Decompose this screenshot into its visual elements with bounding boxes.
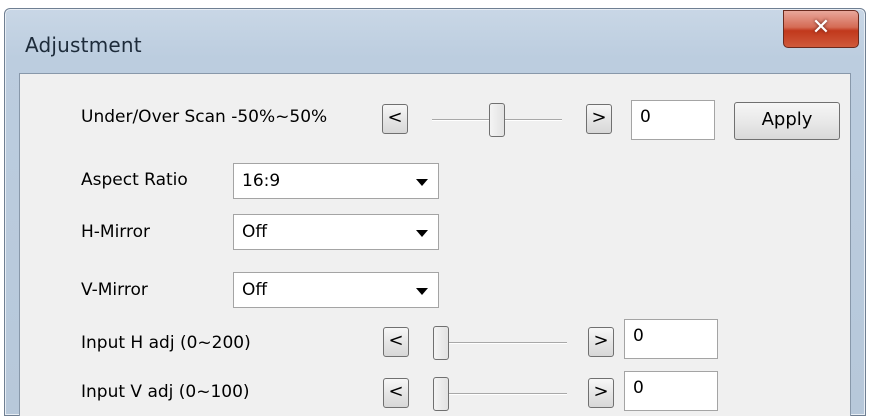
input-h-label: Input H adj (0~200) [81, 333, 251, 353]
aspect-ratio-select[interactable]: 16:9 [233, 163, 439, 199]
scan-increase-button[interactable]: > [586, 104, 612, 134]
input-v-slider-track[interactable] [433, 393, 567, 395]
v-mirror-select[interactable]: Off [233, 272, 439, 308]
aspect-ratio-label: Aspect Ratio [81, 170, 188, 190]
h-mirror-value: Off [242, 222, 268, 242]
input-h-increase-button[interactable]: > [588, 327, 614, 357]
input-v-slider-thumb[interactable] [433, 377, 449, 411]
scan-decrease-button[interactable]: < [382, 104, 408, 134]
v-mirror-value: Off [242, 280, 268, 300]
title-bar[interactable]: Adjustment ✕ [5, 9, 865, 73]
input-v-label: Input V adj (0~100) [81, 382, 250, 402]
adjustment-dialog: Adjustment ✕ Under/Over Scan -50%~50% < … [4, 8, 866, 416]
dialog-body: Under/Over Scan -50%~50% < > 0 Apply Asp… [19, 73, 851, 416]
chevron-down-icon [416, 230, 428, 237]
close-icon: ✕ [811, 15, 831, 40]
input-h-slider-track[interactable] [433, 342, 567, 344]
chevron-down-icon [416, 179, 428, 186]
scan-slider-thumb[interactable] [489, 103, 505, 137]
input-h-value-input[interactable]: 0 [624, 319, 718, 359]
input-v-increase-button[interactable]: > [588, 378, 614, 408]
input-v-value-input[interactable]: 0 [624, 371, 718, 411]
close-button[interactable]: ✕ [783, 10, 859, 48]
chevron-down-icon [416, 288, 428, 295]
window-title: Adjustment [25, 33, 142, 57]
h-mirror-label: H-Mirror [81, 222, 151, 242]
apply-button[interactable]: Apply [734, 102, 840, 140]
scan-value-input[interactable]: 0 [631, 100, 715, 140]
h-mirror-select[interactable]: Off [233, 214, 439, 250]
v-mirror-label: V-Mirror [81, 280, 148, 300]
input-h-decrease-button[interactable]: < [383, 327, 409, 357]
scan-label: Under/Over Scan -50%~50% [81, 107, 328, 127]
input-v-decrease-button[interactable]: < [383, 378, 409, 408]
input-h-slider-thumb[interactable] [433, 326, 449, 360]
aspect-ratio-value: 16:9 [242, 171, 281, 191]
